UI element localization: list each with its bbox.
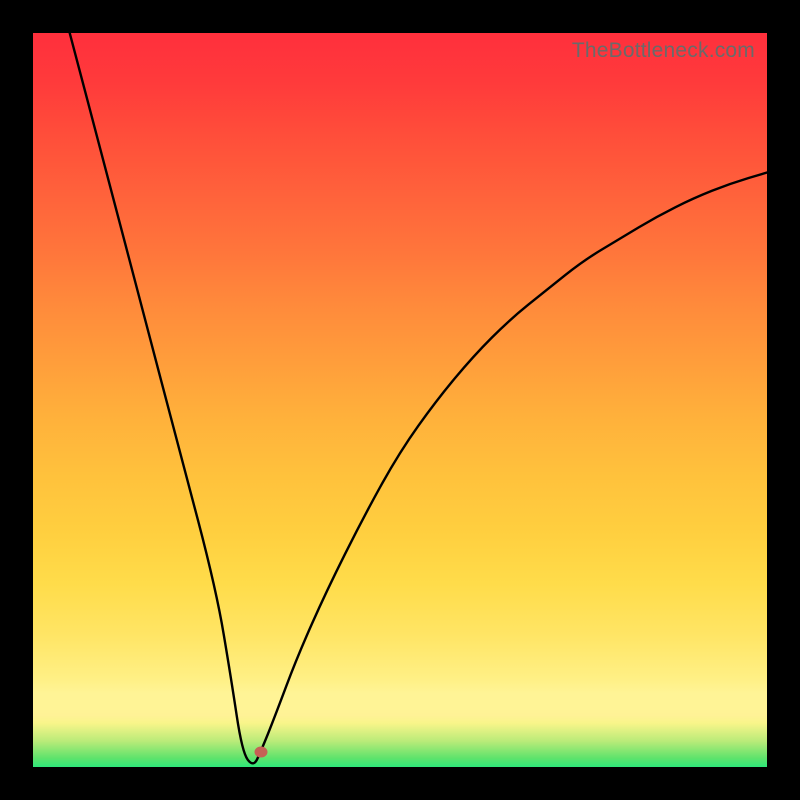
bottleneck-curve-svg xyxy=(33,33,767,767)
chart-frame: TheBottleneck.com xyxy=(0,0,800,800)
plot-area: TheBottleneck.com xyxy=(33,33,767,767)
bottleneck-curve-path xyxy=(70,33,767,763)
optimum-marker xyxy=(254,747,267,758)
